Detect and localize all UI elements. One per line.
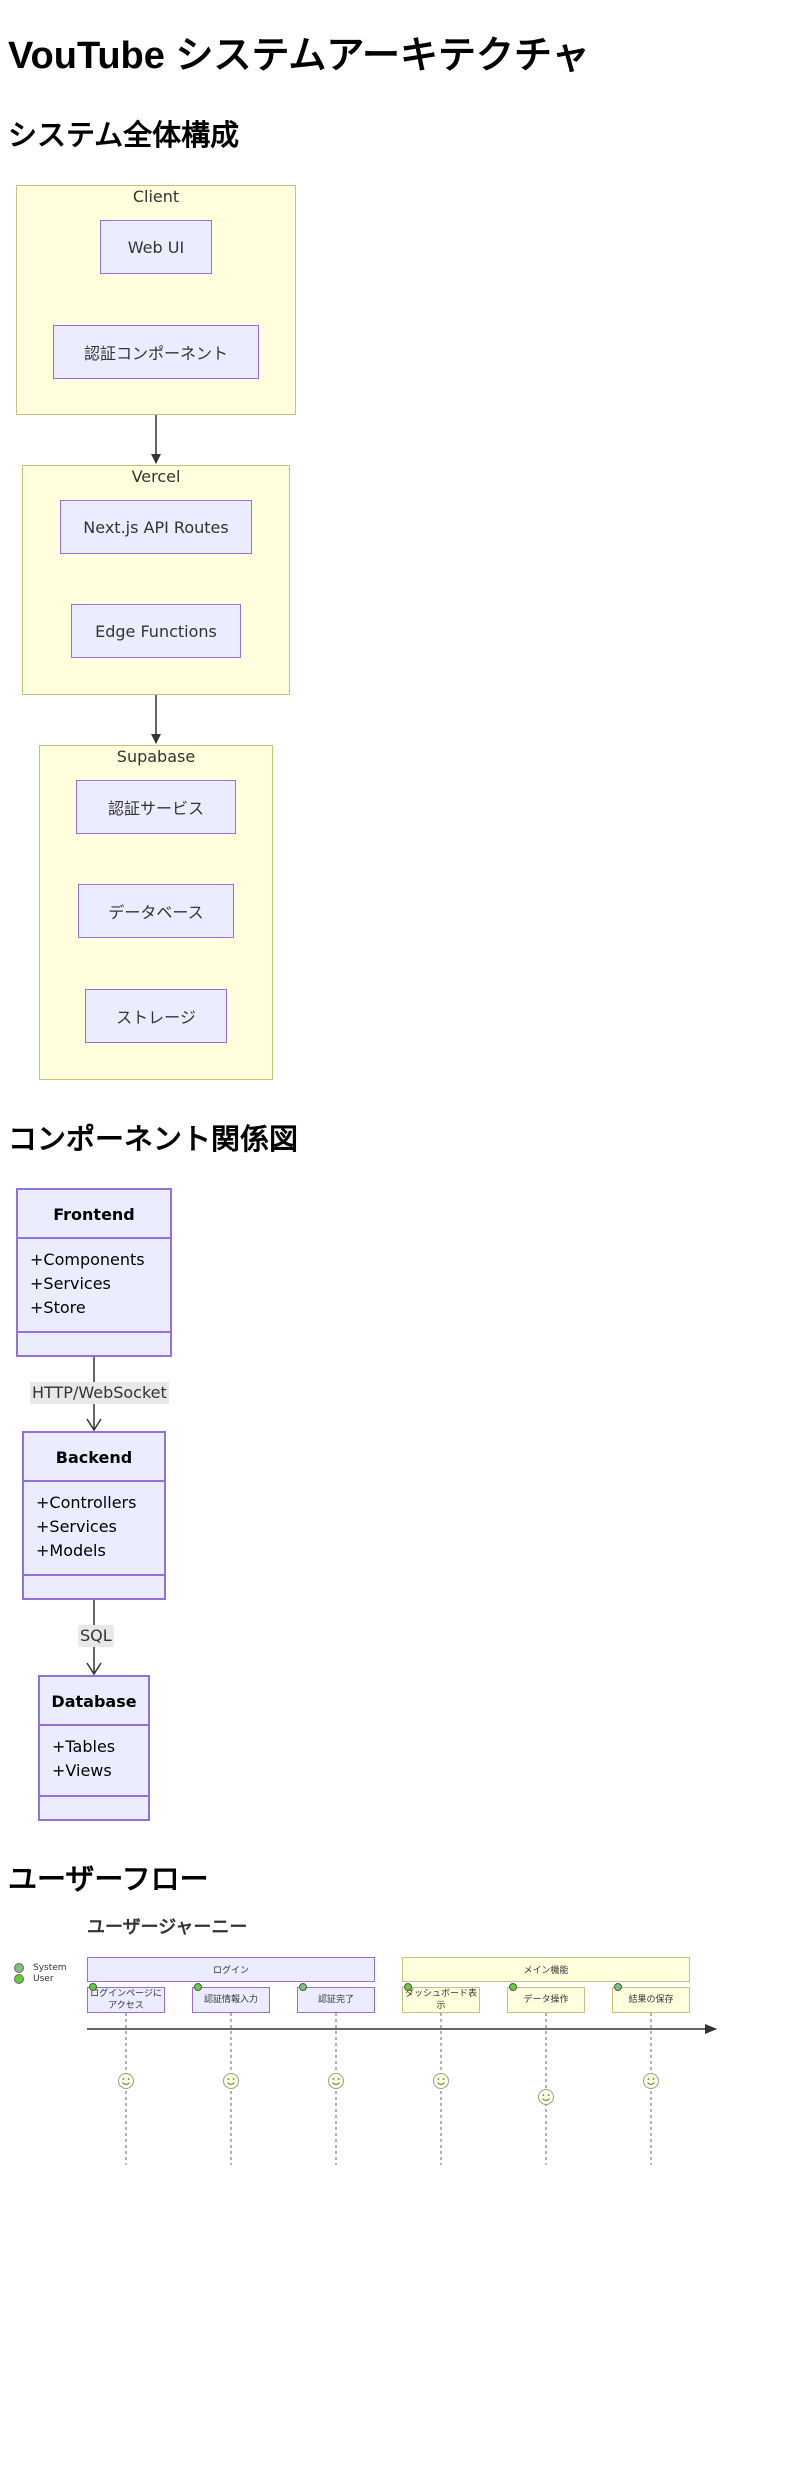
- journey-score-face: [643, 2073, 659, 2089]
- journey-score-face: [223, 2073, 239, 2089]
- journey-score-face: [538, 2089, 554, 2105]
- journey-score-face: [433, 2073, 449, 2089]
- journey-lines: [87, 2013, 717, 2165]
- journey-score-face: [118, 2073, 134, 2089]
- journey-score-face: [328, 2073, 344, 2089]
